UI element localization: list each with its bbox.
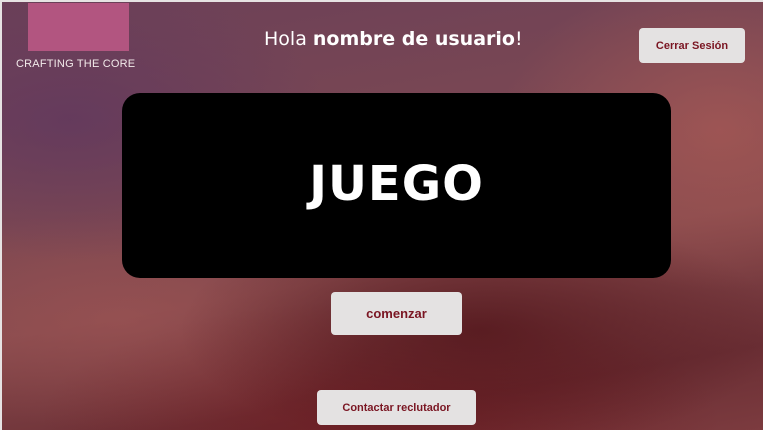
greeting-suffix: !	[514, 28, 523, 50]
logo-placeholder	[28, 3, 129, 51]
greeting-prefix: Hola	[264, 28, 313, 50]
contact-recruiter-button[interactable]: Contactar reclutador	[317, 390, 476, 425]
top-border	[0, 0, 763, 2]
page: CRAFTING THE CORE Hola nombre de usuario…	[0, 0, 763, 430]
left-border	[0, 0, 2, 430]
brand-name: CRAFTING THE CORE	[16, 58, 136, 70]
greeting: Hola nombre de usuario!	[264, 28, 523, 50]
game-panel: JUEGO	[122, 93, 671, 278]
username: nombre de usuario	[312, 28, 515, 50]
start-button[interactable]: comenzar	[331, 292, 462, 335]
game-title: JUEGO	[309, 155, 484, 212]
logout-button[interactable]: Cerrar Sesión	[639, 28, 745, 63]
